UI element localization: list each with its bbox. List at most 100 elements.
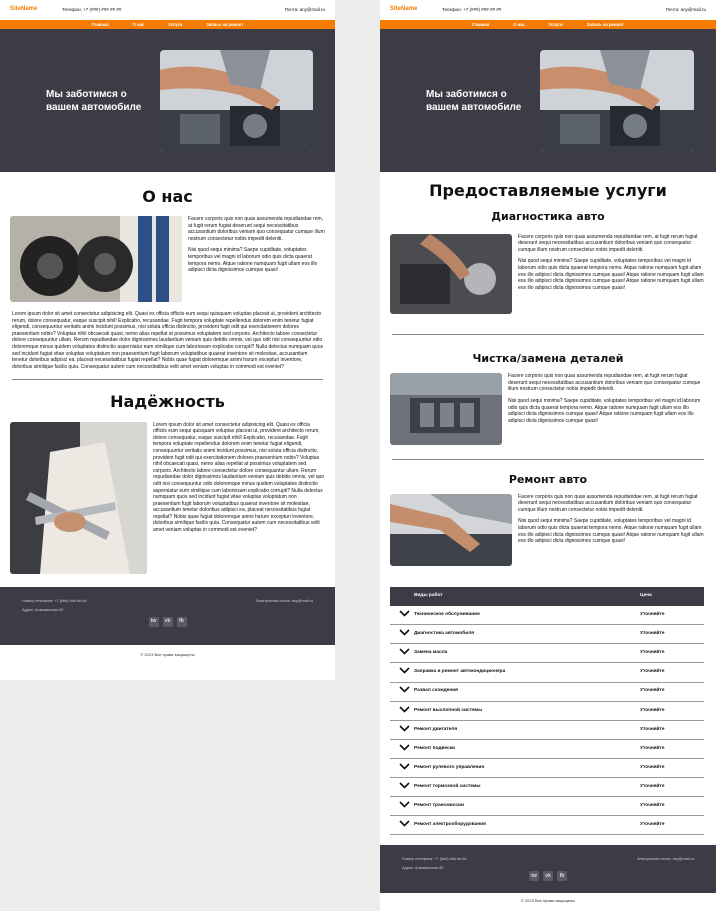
- price-cell: Уточняйте: [640, 815, 704, 836]
- work-type-cell: Техническое обслуживание: [414, 605, 640, 626]
- work-type-cell: Заправка и ремонт автокондиционера: [414, 662, 640, 683]
- price-cell: Уточняйте: [640, 720, 704, 740]
- price-row[interactable]: Техническое обслуживание Уточняйте: [390, 605, 704, 626]
- social-links: tw vk fb: [402, 871, 694, 882]
- chevron-down-icon[interactable]: [390, 758, 414, 779]
- price-cell: Уточняйте: [640, 605, 704, 626]
- header-email: Почта: any@mail.ru: [665, 7, 706, 13]
- price-row[interactable]: Ремонт тормозной системы Уточняйте: [390, 777, 704, 798]
- nav-item-booking[interactable]: Запись на ремонт: [587, 22, 624, 28]
- footer-address: Адрес: Алкоманская 80: [22, 607, 64, 612]
- price-row[interactable]: Развал схождения Уточняйте: [390, 682, 704, 702]
- chevron-down-icon[interactable]: [390, 624, 414, 645]
- footer-phone: Номер телефона: +7 (###) ### ## ##: [22, 598, 87, 603]
- chevron-down-icon[interactable]: [390, 777, 414, 798]
- price-row[interactable]: Замена масла Уточняйте: [390, 643, 704, 664]
- about-intro-text: Facere corporis quis non quas assumenda …: [188, 216, 325, 302]
- footer-email: Электронная почта: any@mail.ru: [255, 598, 313, 603]
- price-cell: Уточняйте: [640, 624, 704, 645]
- facebook-icon[interactable]: fb: [176, 616, 187, 627]
- service-repair-text: Facere corporis quis non quas assumenda …: [518, 494, 704, 566]
- hero-banner: Мы заботимся о вашем автомобиле: [380, 29, 716, 172]
- price-row[interactable]: Ремонт электрооборудования Уточняйте: [390, 815, 704, 836]
- service-repair: Facere corporis quis non quas assumenda …: [380, 493, 716, 566]
- chevron-down-icon[interactable]: [390, 796, 414, 817]
- hero-photo-mechanic-engine: [159, 49, 313, 152]
- price-row[interactable]: Ремонт двигателя Уточняйте: [390, 720, 704, 740]
- twitter-icon[interactable]: tw: [148, 616, 159, 627]
- service-paragraph-2: Nisi quod sequi minima? Saepe cupiditate…: [508, 397, 701, 424]
- work-type-cell: Развал схождения: [414, 682, 640, 702]
- chevron-down-icon[interactable]: [390, 662, 414, 683]
- reliability-section: Lorem ipsum dolor sit amet consectetur a…: [0, 421, 335, 574]
- price-cell: Уточняйте: [640, 796, 704, 817]
- work-type-cell: Ремонт трансмиссии: [414, 796, 640, 817]
- price-cell: Уточняйте: [640, 701, 704, 721]
- facebook-icon[interactable]: fb: [557, 871, 567, 882]
- work-type-cell: Ремонт подвески: [414, 739, 640, 759]
- chevron-down-icon[interactable]: [390, 701, 414, 721]
- price-row[interactable]: Ремонт трансмиссии Уточняйте: [390, 796, 704, 817]
- nav-item-home[interactable]: Главная: [92, 22, 109, 28]
- nav-item-services[interactable]: Услуги: [168, 22, 182, 28]
- vk-icon[interactable]: vk: [543, 871, 553, 882]
- twitter-icon[interactable]: tw: [529, 871, 539, 882]
- about-paragraph-1: Facere corporis quis non quas assumenda …: [188, 216, 325, 242]
- service-paragraph-1: Facere corporis quis non quas assumenda …: [518, 233, 698, 253]
- about-page: SiteName Телефон: +7 (###) ### ## ## Поч…: [0, 0, 335, 680]
- service-photo-parts: [390, 373, 502, 446]
- chevron-down-icon[interactable]: [390, 605, 414, 626]
- price-cell: Уточняйте: [640, 777, 704, 798]
- site-footer: Номер телефона: +7 (###) ### ## ## Адрес…: [380, 845, 716, 894]
- work-type-cell: Диагностика автомобиля: [414, 624, 640, 645]
- about-title: О нас: [142, 187, 193, 206]
- site-logo[interactable]: SiteName: [10, 6, 62, 14]
- service-diagnostics: Facere corporis quis non quas assumenda …: [380, 233, 716, 314]
- footer-email: Электронная почта: any@mail.ru: [636, 857, 694, 862]
- services-title: Предоставляемые услуги: [429, 181, 667, 200]
- chevron-down-icon[interactable]: [390, 643, 414, 664]
- nav-item-about[interactable]: О нас: [513, 22, 525, 28]
- service-photo-diagnostics: [390, 233, 512, 314]
- price-row[interactable]: Заправка и ремонт автокондиционера Уточня…: [390, 662, 704, 683]
- work-type-cell: Ремонт тормозной системы: [414, 777, 640, 798]
- nav-item-home[interactable]: Главная: [472, 22, 489, 28]
- chevron-down-icon[interactable]: [390, 815, 414, 836]
- header-work-type: Виды работ: [414, 586, 640, 606]
- hero-title: Мы заботимся о вашем автомобиле: [426, 88, 522, 113]
- hero-photo-mechanic-engine: [540, 49, 694, 152]
- about-intro: Facere corporis quis non quas assumenda …: [0, 216, 335, 303]
- about-paragraph-2: Nisi quod sequi minima? Saepe cupiditate…: [188, 247, 318, 274]
- reliability-title: Надёжность: [110, 392, 225, 412]
- site-header: SiteName Телефон: +7 (###) ### ## ## Поч…: [0, 0, 335, 20]
- services-page: SiteName Телефон: +7 (###) ### ## ## Поч…: [380, 0, 716, 911]
- hero-banner: Мы заботимся о вашем автомобиле: [0, 29, 335, 172]
- price-row[interactable]: Ремонт рулевого управления Уточняйте: [390, 758, 704, 779]
- main-nav: Главная О нас Услуги Запись на ремонт: [380, 20, 716, 29]
- chevron-down-icon[interactable]: [390, 682, 414, 702]
- vk-icon[interactable]: vk: [162, 616, 173, 627]
- service-title-repair: Ремонт авто: [508, 473, 588, 487]
- price-row[interactable]: Ремонт выхлопной системы Уточняйте: [390, 701, 704, 721]
- header-phone: Телефон: +7 (###) ### ## ##: [62, 7, 122, 13]
- chevron-down-icon[interactable]: [390, 739, 414, 759]
- about-paragraph-3: Lorem ipsum dolor sit amet consectetur a…: [12, 311, 323, 370]
- header-phone: Телефон: +7 (###) ### ## ##: [442, 7, 502, 13]
- header-price: Цена: [640, 586, 704, 606]
- nav-item-booking[interactable]: Запись на ремонт: [206, 22, 243, 28]
- nav-item-services[interactable]: Услуги: [549, 22, 563, 28]
- divider: [12, 379, 323, 381]
- nav-item-about[interactable]: О нас: [133, 22, 145, 28]
- site-logo[interactable]: SiteName: [390, 6, 442, 14]
- price-cell: Уточняйте: [640, 643, 704, 664]
- price-table-header: Виды работ Цена: [390, 586, 704, 606]
- chevron-down-icon[interactable]: [390, 720, 414, 740]
- footer-address: Адрес: Алкоманская 80: [402, 866, 444, 871]
- hero-title: Мы заботимся о вашем автомобиле: [46, 88, 142, 113]
- price-row[interactable]: Диагностика автомобиля Уточняйте: [390, 624, 704, 645]
- work-type-cell: Ремонт рулевого управления: [414, 758, 640, 779]
- work-type-cell: Ремонт двигателя: [414, 720, 640, 740]
- price-row[interactable]: Ремонт подвески Уточняйте: [390, 739, 704, 759]
- about-photo-tires: [10, 216, 182, 303]
- service-diagnostics-text: Facere corporis quis non quas assumenda …: [518, 234, 704, 314]
